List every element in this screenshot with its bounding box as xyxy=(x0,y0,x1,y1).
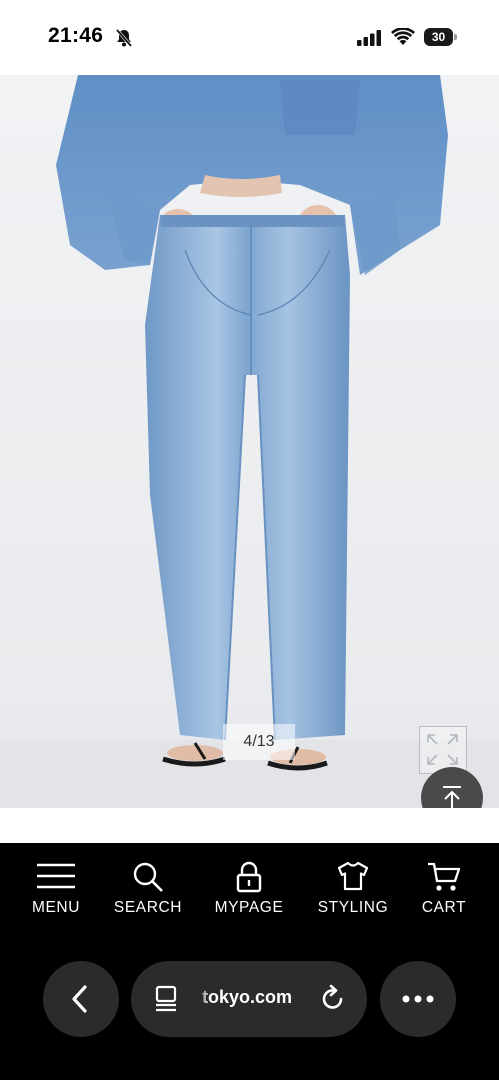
nav-search[interactable]: SEARCH xyxy=(108,861,188,921)
product-image[interactable]: 4/13 xyxy=(0,75,499,808)
nav-cart-label: CART xyxy=(421,899,467,916)
nav-search-label: SEARCH xyxy=(113,899,183,916)
browser-toolbar: tokyo.com xyxy=(0,961,499,1041)
more-dots-icon xyxy=(402,995,434,1003)
nav-styling-label: STYLING xyxy=(317,899,389,916)
nav-menu[interactable]: MENU xyxy=(26,861,86,921)
url-text: tokyo.com xyxy=(202,987,293,1007)
nav-menu-label: MENU xyxy=(31,899,81,916)
nav-mypage-label: MYPAGE xyxy=(214,899,284,916)
search-icon xyxy=(133,862,163,892)
arrow-up-to-top-icon xyxy=(443,786,461,808)
status-time: 21:46 xyxy=(48,24,104,47)
bottom-nav: MENU SEARCH MYPAGE STYLING CART tokyo.co… xyxy=(0,843,499,1080)
battery-icon: 30 xyxy=(424,28,457,46)
wifi-icon xyxy=(391,27,415,51)
image-counter: 4/13 xyxy=(223,724,295,760)
reload-icon xyxy=(322,984,343,1009)
cart-icon xyxy=(428,862,461,891)
lock-icon xyxy=(236,861,262,893)
back-button[interactable] xyxy=(43,961,119,1037)
battery-tip xyxy=(454,34,457,40)
bell-off-icon xyxy=(114,28,134,53)
t-shirt-icon xyxy=(337,861,369,891)
nav-mypage[interactable]: MYPAGE xyxy=(208,861,290,921)
more-button[interactable] xyxy=(380,961,456,1037)
scroll-to-top-button[interactable] xyxy=(421,767,483,808)
address-bar[interactable]: tokyo.com xyxy=(131,961,367,1037)
url-fade xyxy=(197,983,209,1015)
page-menu-icon xyxy=(155,985,177,1012)
content-gap xyxy=(0,808,499,843)
hamburger-menu-icon xyxy=(37,863,75,889)
cellular-signal-icon xyxy=(357,30,383,51)
nav-styling[interactable]: STYLING xyxy=(310,861,396,921)
status-bar: 21:46 30 xyxy=(0,0,499,75)
chevron-left-icon xyxy=(72,985,87,1013)
nav-cart[interactable]: CART xyxy=(412,861,476,921)
battery-level: 30 xyxy=(424,28,453,46)
